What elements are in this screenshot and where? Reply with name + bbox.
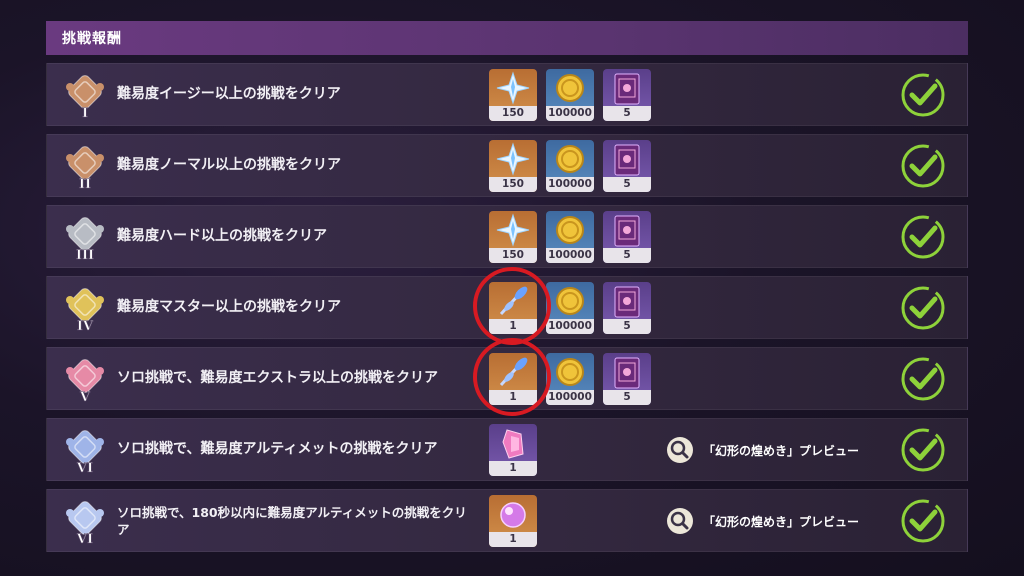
reward-item[interactable]: 1 [489, 424, 537, 476]
reward-item[interactable]: 100000 [546, 140, 594, 192]
difficulty-badge-icon: VI [61, 425, 109, 476]
difficulty-badge-icon: III [61, 212, 109, 263]
preview-label: 「幻形の煌めき」プレビュー [703, 443, 860, 458]
magnifier-icon [667, 508, 693, 534]
orb-icon [489, 495, 537, 533]
challenge-condition-text: 難易度ハード以上の挑戦をクリア [117, 228, 327, 244]
mora-icon [546, 140, 594, 178]
difficulty-badge-icon: I [61, 70, 109, 121]
reward-count: 100000 [546, 248, 594, 263]
reward-item[interactable]: 100000 [546, 211, 594, 263]
highlight-circle [473, 338, 551, 416]
preview-label: 「幻形の煌めき」プレビュー [703, 514, 860, 529]
svg-text:I: I [82, 106, 88, 120]
reward-row: III 難易度ハード以上の挑戦をクリア 150 100000 5 [46, 205, 968, 268]
reward-item[interactable]: 5 [603, 211, 651, 263]
svg-text:III: III [76, 248, 94, 262]
challenge-rewards-header: 挑戦報酬 [46, 21, 968, 55]
reward-count: 1 [489, 532, 537, 547]
reward-row: I 難易度イージー以上の挑戦をクリア 150 100000 5 [46, 63, 968, 126]
reward-item[interactable]: 150 [489, 211, 537, 263]
difficulty-badge-icon: IV [61, 283, 109, 334]
primogem-icon [489, 140, 537, 178]
difficulty-badge-icon: II [61, 141, 109, 192]
reward-count: 5 [603, 319, 651, 334]
completed-check-icon [899, 426, 947, 474]
book-icon [603, 282, 651, 320]
mora-icon [546, 211, 594, 249]
header-title: 挑戦報酬 [62, 31, 122, 47]
book-icon [603, 353, 651, 391]
reward-item[interactable]: 5 [603, 282, 651, 334]
reward-count: 5 [603, 248, 651, 263]
reward-row: IV 難易度マスター以上の挑戦をクリア 1 100000 5 [46, 267, 968, 345]
completed-check-icon [899, 71, 947, 119]
reward-count: 150 [489, 248, 537, 263]
reward-item[interactable]: 5 [603, 69, 651, 121]
reward-count: 1 [489, 461, 537, 476]
magnifier-icon [667, 437, 693, 463]
completed-check-icon [899, 497, 947, 545]
reward-list: I 難易度イージー以上の挑戦をクリア 150 100000 5 II 難易度ノーマル以… [46, 63, 968, 560]
completed-check-icon [899, 142, 947, 190]
reward-item[interactable]: 1 [489, 495, 537, 547]
reward-item[interactable]: 150 [489, 140, 537, 192]
reward-row: II 難易度ノーマル以上の挑戦をクリア 150 100000 5 [46, 134, 968, 197]
reward-item[interactable]: 100000 [546, 353, 594, 405]
reward-count: 150 [489, 177, 537, 192]
reward-row: VI ソロ挑戦で、180秒以内に難易度アルティメットの挑戦をクリア 1 「幻形の煌め… [46, 489, 968, 552]
challenge-condition-text: ソロ挑戦で、難易度エクストラ以上の挑戦をクリア [117, 370, 439, 386]
preview-button[interactable]: 「幻形の煌めき」プレビュー [667, 437, 859, 463]
mora-icon [546, 69, 594, 107]
svg-text:V: V [79, 390, 91, 404]
challenge-condition-text: 難易度イージー以上の挑戦をクリア [117, 86, 341, 102]
highlight-circle [473, 267, 551, 345]
mora-icon [546, 282, 594, 320]
reward-count: 100000 [546, 106, 594, 121]
reward-row: VI ソロ挑戦で、難易度アルティメットの挑戦をクリア 1 「幻形の煌めき」プレビュー [46, 418, 968, 481]
challenge-condition-text: ソロ挑戦で、難易度アルティメットの挑戦をクリア [117, 441, 438, 457]
reward-count: 100000 [546, 390, 594, 405]
primogem-icon [489, 69, 537, 107]
book-icon [603, 211, 651, 249]
crystal-icon [489, 424, 537, 462]
completed-check-icon [899, 213, 947, 261]
reward-count: 5 [603, 177, 651, 192]
challenge-condition-text: 難易度ノーマル以上の挑戦をクリア [117, 157, 341, 173]
svg-text:VI: VI [76, 461, 93, 475]
challenge-condition-text: 難易度マスター以上の挑戦をクリア [117, 299, 341, 315]
reward-item[interactable]: 5 [603, 140, 651, 192]
reward-item[interactable]: 100000 [546, 69, 594, 121]
reward-count: 100000 [546, 319, 594, 334]
reward-row: V ソロ挑戦で、難易度エクストラ以上の挑戦をクリア 1 100000 5 [46, 338, 968, 416]
completed-check-icon [899, 284, 947, 332]
reward-count: 5 [603, 390, 651, 405]
completed-check-icon [899, 355, 947, 403]
reward-item[interactable]: 100000 [546, 282, 594, 334]
reward-item[interactable]: 5 [603, 353, 651, 405]
reward-count: 150 [489, 106, 537, 121]
book-icon [603, 140, 651, 178]
svg-text:II: II [79, 177, 91, 191]
reward-count: 5 [603, 106, 651, 121]
difficulty-badge-icon: V [61, 354, 109, 405]
primogem-icon [489, 211, 537, 249]
svg-text:VI: VI [76, 532, 93, 546]
mora-icon [546, 353, 594, 391]
book-icon [603, 69, 651, 107]
difficulty-badge-icon: VI [61, 496, 109, 547]
reward-count: 100000 [546, 177, 594, 192]
svg-text:IV: IV [77, 319, 94, 333]
preview-button[interactable]: 「幻形の煌めき」プレビュー [667, 508, 859, 534]
reward-item[interactable]: 150 [489, 69, 537, 121]
challenge-condition-text: ソロ挑戦で、180秒以内に難易度アルティメットの挑戦をクリア [117, 504, 467, 537]
